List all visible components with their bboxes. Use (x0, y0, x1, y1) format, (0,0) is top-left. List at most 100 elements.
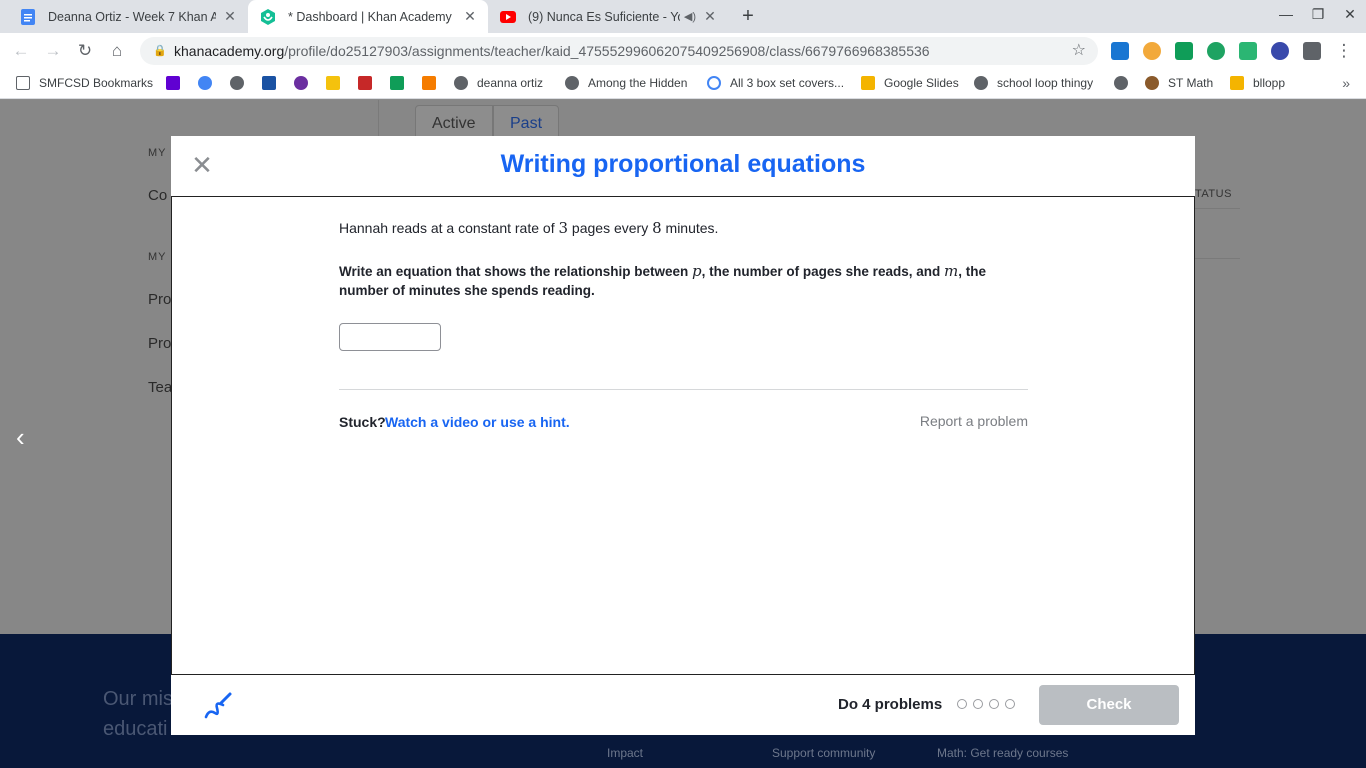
sidebar-item[interactable]: Pro (148, 291, 171, 308)
progress-dots (957, 699, 1015, 709)
sidebar-heading: MY (148, 251, 167, 263)
footer-link[interactable]: Support community (772, 746, 875, 760)
close-tab-icon[interactable]: ✕ (462, 8, 478, 25)
close-tab-icon[interactable]: ✕ (222, 8, 238, 25)
tab-title: Deanna Ortiz - Week 7 Khan Aca (48, 9, 216, 24)
bookmark-label: Among the Hidden (588, 76, 688, 90)
bookmark-peace[interactable] (294, 76, 317, 90)
bookmark-blue[interactable] (262, 76, 285, 90)
bookmark-bllopp[interactable]: bllopp (1230, 76, 1285, 90)
home-icon[interactable]: ⌂ (106, 40, 128, 62)
exercise-modal: ✕ Writing proportional equations Hannah … (171, 136, 1195, 735)
bookmark-label: Google Slides (884, 76, 959, 90)
close-tab-icon[interactable]: ✕ (702, 8, 718, 25)
bookmark-yellow[interactable] (326, 76, 349, 90)
google-icon (707, 76, 721, 90)
yahoo-icon (166, 76, 180, 90)
prompt-text: Write an equation that shows the relatio… (339, 264, 693, 279)
sidebar-item[interactable]: Pro (148, 335, 171, 352)
extension-check-icon[interactable] (1239, 42, 1257, 60)
menu-icon[interactable]: ⋮ (1333, 40, 1355, 62)
bookmark-google[interactable] (198, 76, 221, 90)
bookmark-folder[interactable]: SMFCSD Bookmarks (16, 76, 153, 90)
new-tab-icon[interactable]: + (737, 5, 759, 27)
bookmark-among-hidden[interactable]: Among the Hidden (565, 76, 687, 90)
bookmark-globe-2[interactable] (1114, 76, 1137, 90)
bookmark-label: SMFCSD Bookmarks (39, 76, 154, 90)
bookmark-drive[interactable] (390, 76, 413, 90)
sidebar-item[interactable]: Tea (148, 379, 172, 396)
divider (339, 389, 1028, 390)
bookmark-orange[interactable] (422, 76, 445, 90)
status-column-header: TATUS (1195, 188, 1232, 200)
penguin-icon (1145, 76, 1159, 90)
answer-input[interactable] (339, 323, 441, 351)
extension-thumbs-icon[interactable] (1143, 42, 1161, 60)
chevron-left-icon[interactable]: ‹ (16, 422, 25, 453)
math-number: 3 (558, 219, 569, 237)
report-problem-link[interactable]: Report a problem (920, 413, 1028, 429)
mission-line: educati (103, 718, 168, 740)
question-text: Hannah reads at a constant rate of (339, 220, 559, 236)
bookmark-google-slides[interactable]: Google Slides (861, 76, 959, 90)
browser-tab-docs[interactable]: Deanna Ortiz - Week 7 Khan Aca ✕ (8, 0, 248, 33)
tab-title: (9) Nunca Es Suficiente - Yo (528, 9, 680, 24)
question-text: minutes. (661, 220, 719, 236)
bookmark-school-loop[interactable]: school loop thingy (974, 76, 1093, 90)
scratchpad-icon[interactable] (203, 691, 233, 721)
address-bar[interactable]: 🔒 khanacademy.org/profile/do25127903/ass… (140, 37, 1098, 65)
bookmark-yahoo[interactable] (166, 76, 189, 90)
footer-link[interactable]: Math: Get ready courses (937, 746, 1068, 760)
browser-tab-khan[interactable]: * Dashboard | Khan Academy ✕ (248, 0, 488, 33)
extensions-puzzle-icon[interactable] (1303, 42, 1321, 60)
bookmark-red[interactable] (358, 76, 381, 90)
browser-tab-youtube[interactable]: (9) Nunca Es Suficiente - Yo ◀) ✕ (488, 0, 728, 33)
browser-toolbar: ← → ↻ ⌂ 🔒 khanacademy.org/profile/do2512… (0, 33, 1366, 69)
minimize-icon[interactable]: — (1276, 6, 1296, 22)
bookmark-box-set[interactable]: All 3 box set covers... (707, 76, 844, 90)
globe-icon (454, 76, 468, 90)
globe-icon (565, 76, 579, 90)
extension-k-icon[interactable] (1271, 42, 1289, 60)
bookmark-globe[interactable] (230, 76, 253, 90)
modal-footer: Do 4 problems Check (171, 675, 1195, 735)
tab-title: * Dashboard | Khan Academy (288, 9, 452, 24)
more-bookmarks-icon[interactable]: » (1342, 75, 1350, 91)
hint-link[interactable]: Watch a video or use a hint. (385, 414, 570, 430)
globe-icon (974, 76, 988, 90)
drive-icon (390, 76, 404, 90)
restore-icon[interactable]: ❐ (1308, 6, 1328, 23)
progress-dot (1005, 699, 1015, 709)
bookmark-star-icon[interactable]: ☆ (1072, 37, 1086, 65)
math-variable: p (692, 262, 702, 280)
modal-header: ✕ Writing proportional equations (171, 136, 1195, 197)
back-icon[interactable]: ← (10, 40, 32, 62)
sidebar-item[interactable]: Co (148, 187, 167, 204)
check-button[interactable]: Check (1039, 685, 1179, 725)
address-domain: khanacademy.org (174, 43, 285, 59)
divider (1195, 208, 1240, 209)
modal-title: Writing proportional equations (500, 150, 866, 178)
prompt-text: , the number of pages she reads, and (701, 264, 944, 279)
footer-link[interactable]: Impact (607, 746, 643, 760)
app-icon (358, 76, 372, 90)
youtube-icon (500, 9, 516, 25)
browser-tab-strip: Deanna Ortiz - Week 7 Khan Aca ✕ * Dashb… (0, 0, 1366, 33)
speaker-icon[interactable]: ◀) (684, 10, 696, 23)
bookmark-label: ST Math (1168, 76, 1214, 90)
bookmark-st-math[interactable]: ST Math (1145, 76, 1213, 90)
bookmark-deanna[interactable]: deanna ortiz (454, 76, 543, 90)
extension-globe-icon[interactable] (1111, 42, 1129, 60)
lock-icon[interactable]: 🔒 (153, 37, 167, 65)
progress-dot (989, 699, 999, 709)
khan-academy-icon (260, 8, 276, 25)
close-window-icon[interactable]: ✕ (1340, 6, 1360, 23)
stuck-label: Stuck? (339, 414, 386, 430)
google-icon (198, 76, 212, 90)
bookmark-label: bllopp (1253, 76, 1286, 90)
extension-chat-icon[interactable] (1207, 42, 1225, 60)
reload-icon[interactable]: ↻ (74, 40, 96, 62)
extension-sheets-icon[interactable] (1175, 42, 1193, 60)
forward-icon[interactable]: → (42, 40, 64, 62)
app-icon (326, 76, 340, 90)
